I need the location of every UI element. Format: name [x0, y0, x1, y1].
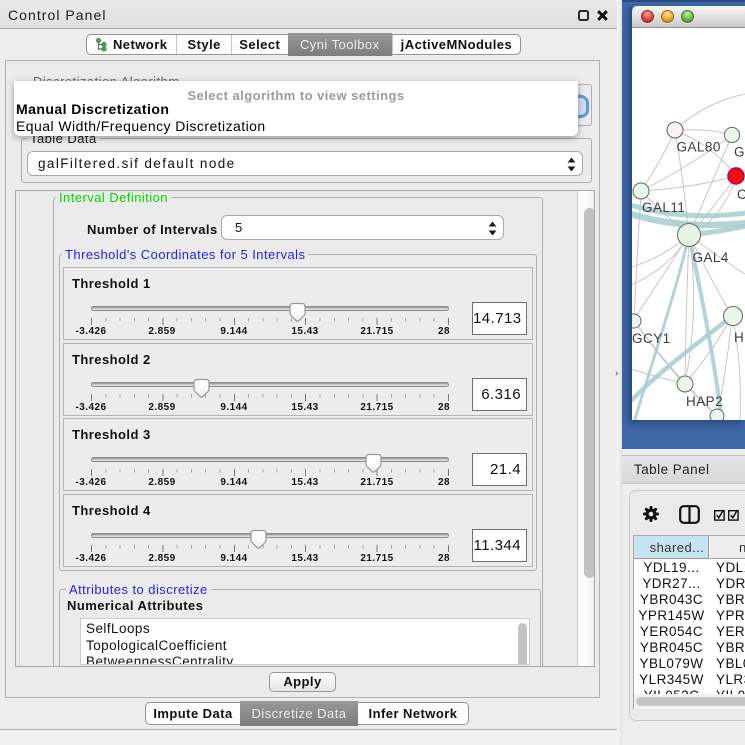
svg-text:HAP2: HAP2 — [686, 394, 723, 409]
svg-text:GCY1: GCY1 — [632, 331, 671, 346]
svg-text:GA: GA — [734, 145, 745, 160]
svg-text:C: C — [737, 187, 745, 202]
svg-text:GAL80: GAL80 — [677, 140, 721, 155]
svg-text:GAL4: GAL4 — [693, 250, 729, 265]
svg-text:H: H — [734, 330, 744, 345]
svg-text:GAL11: GAL11 — [642, 200, 685, 215]
